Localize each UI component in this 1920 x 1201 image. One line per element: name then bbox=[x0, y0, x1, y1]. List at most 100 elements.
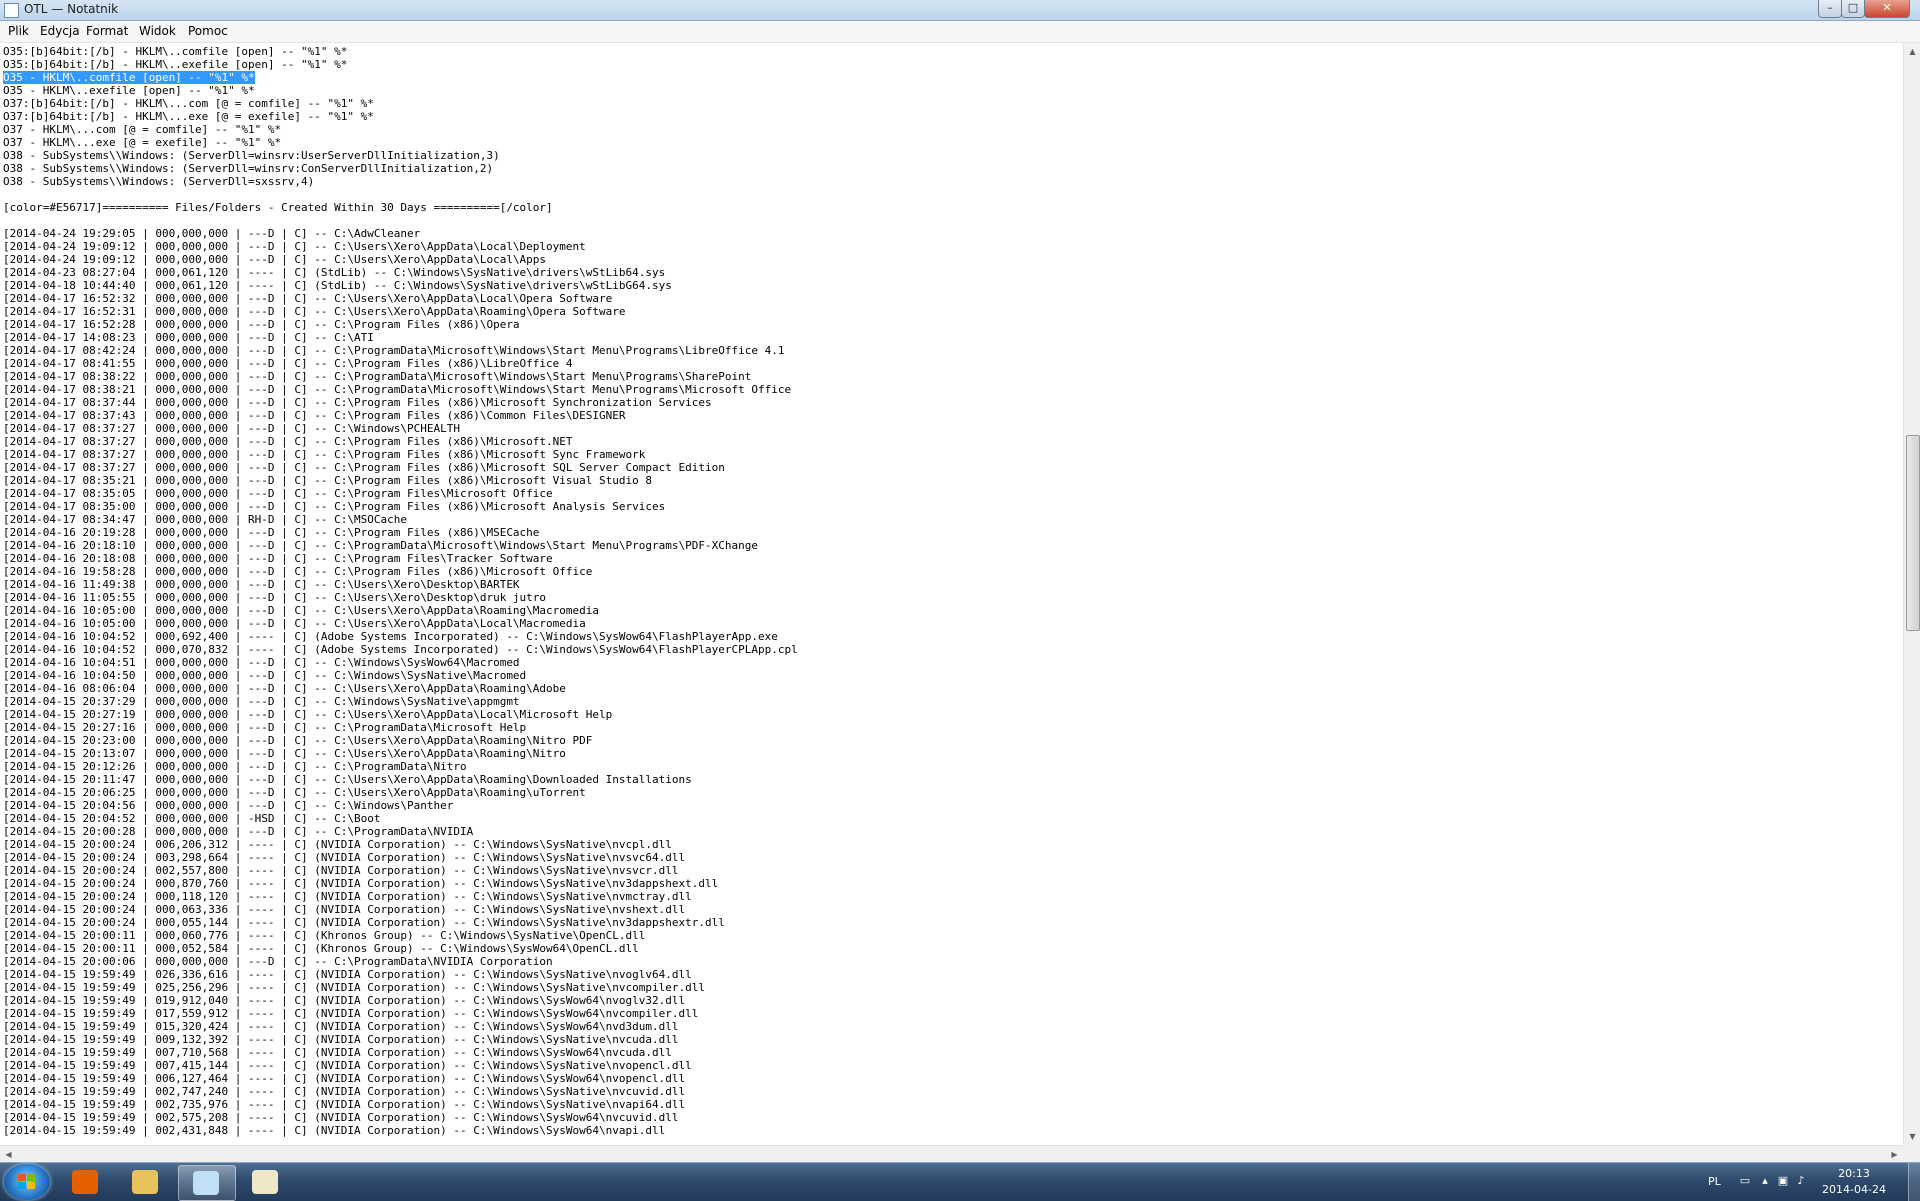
scroll-up-arrow-icon[interactable]: ▲ bbox=[1904, 43, 1920, 60]
text-line[interactable]: [2014-04-17 08:35:21 | 000,000,000 | ---… bbox=[3, 474, 1903, 487]
menu-file[interactable]: Plik bbox=[4, 23, 33, 39]
text-line[interactable]: [2014-04-16 10:04:52 | 000,070,832 | ---… bbox=[3, 643, 1903, 656]
text-line[interactable]: [2014-04-17 08:37:27 | 000,000,000 | ---… bbox=[3, 461, 1903, 474]
text-line[interactable]: [2014-04-15 19:59:49 | 017,559,912 | ---… bbox=[3, 1007, 1903, 1020]
text-line[interactable]: [2014-04-16 20:18:10 | 000,000,000 | ---… bbox=[3, 539, 1903, 552]
horizontal-scrollbar[interactable]: ◀ ▶ bbox=[0, 1145, 1903, 1163]
text-line[interactable]: [2014-04-15 20:00:06 | 000,000,000 | ---… bbox=[3, 955, 1903, 968]
text-line[interactable]: [2014-04-15 20:37:29 | 000,000,000 | ---… bbox=[3, 695, 1903, 708]
text-line[interactable]: [2014-04-15 19:59:49 | 009,132,392 | ---… bbox=[3, 1033, 1903, 1046]
text-line[interactable]: O38 - SubSystems\\Windows: (ServerDll=sx… bbox=[3, 175, 1903, 188]
text-line[interactable]: [2014-04-15 20:11:47 | 000,000,000 | ---… bbox=[3, 773, 1903, 786]
maximize-button[interactable]: □ bbox=[1841, 0, 1865, 18]
text-line[interactable]: [2014-04-16 19:58:28 | 000,000,000 | ---… bbox=[3, 565, 1903, 578]
minimize-button[interactable]: – bbox=[1818, 0, 1842, 18]
text-line[interactable]: [2014-04-15 20:00:11 | 000,052,584 | ---… bbox=[3, 942, 1903, 955]
scroll-right-arrow-icon[interactable]: ▶ bbox=[1886, 1146, 1903, 1163]
text-line[interactable]: [2014-04-17 08:42:24 | 000,000,000 | ---… bbox=[3, 344, 1903, 357]
text-line[interactable]: [2014-04-17 08:37:43 | 000,000,000 | ---… bbox=[3, 409, 1903, 422]
scroll-left-arrow-icon[interactable]: ◀ bbox=[0, 1146, 17, 1163]
text-line[interactable]: [2014-04-17 08:37:27 | 000,000,000 | ---… bbox=[3, 422, 1903, 435]
text-line[interactable]: [2014-04-17 16:52:31 | 000,000,000 | ---… bbox=[3, 305, 1903, 318]
text-line[interactable]: [2014-04-15 20:04:52 | 000,000,000 | -HS… bbox=[3, 812, 1903, 825]
text-line[interactable]: [color=#E56717]========== Files/Folders … bbox=[3, 201, 1903, 214]
text-line[interactable]: [2014-04-15 19:59:49 | 007,710,568 | ---… bbox=[3, 1046, 1903, 1059]
text-line[interactable]: [2014-04-18 10:44:40 | 000,061,120 | ---… bbox=[3, 279, 1903, 292]
vertical-scrollbar[interactable]: ▲ ▼ bbox=[1903, 43, 1920, 1145]
text-line[interactable]: [2014-04-17 08:37:27 | 000,000,000 | ---… bbox=[3, 448, 1903, 461]
menu-format[interactable]: Format bbox=[82, 23, 132, 39]
text-line[interactable]: [2014-04-17 08:35:00 | 000,000,000 | ---… bbox=[3, 500, 1903, 513]
text-line[interactable]: O38 - SubSystems\\Windows: (ServerDll=wi… bbox=[3, 162, 1903, 175]
clock-time[interactable]: 20:13 bbox=[1810, 1167, 1898, 1180]
text-line[interactable]: [2014-04-17 16:52:32 | 000,000,000 | ---… bbox=[3, 292, 1903, 305]
text-line[interactable]: [2014-04-17 08:35:05 | 000,000,000 | ---… bbox=[3, 487, 1903, 500]
text-line[interactable]: [2014-04-17 08:41:55 | 000,000,000 | ---… bbox=[3, 357, 1903, 370]
text-line[interactable]: [2014-04-15 20:00:24 | 000,055,144 | ---… bbox=[3, 916, 1903, 929]
text-line[interactable]: [2014-04-15 19:59:49 | 007,415,144 | ---… bbox=[3, 1059, 1903, 1072]
show-hidden-icons-icon[interactable]: ▴ bbox=[1758, 1174, 1772, 1188]
text-line[interactable]: [2014-04-15 20:04:56 | 000,000,000 | ---… bbox=[3, 799, 1903, 812]
text-line[interactable]: [2014-04-15 19:59:49 | 002,431,848 | ---… bbox=[3, 1124, 1903, 1137]
text-line[interactable]: [2014-04-15 20:00:28 | 000,000,000 | ---… bbox=[3, 825, 1903, 838]
text-line[interactable]: [2014-04-23 08:27:04 | 000,061,120 | ---… bbox=[3, 266, 1903, 279]
text-line[interactable]: [2014-04-15 19:59:49 | 002,735,976 | ---… bbox=[3, 1098, 1903, 1111]
text-line[interactable]: [2014-04-15 19:59:49 | 026,336,616 | ---… bbox=[3, 968, 1903, 981]
text-line[interactable]: [2014-04-15 20:00:24 | 000,063,336 | ---… bbox=[3, 903, 1903, 916]
menu-edit[interactable]: Edycja bbox=[36, 23, 84, 39]
menu-view[interactable]: Widok bbox=[135, 23, 180, 39]
text-content[interactable]: O35:[b]64bit:[/b] - HKLM\..comfile [open… bbox=[0, 43, 1903, 1137]
text-line[interactable]: [2014-04-16 10:04:52 | 000,692,400 | ---… bbox=[3, 630, 1903, 643]
scroll-down-arrow-icon[interactable]: ▼ bbox=[1904, 1128, 1920, 1145]
text-line[interactable]: O37:[b]64bit:[/b] - HKLM\...exe [@ = exe… bbox=[3, 110, 1903, 123]
text-line[interactable]: [2014-04-15 20:06:25 | 000,000,000 | ---… bbox=[3, 786, 1903, 799]
text-line[interactable]: [2014-04-16 11:49:38 | 000,000,000 | ---… bbox=[3, 578, 1903, 591]
window-titlebar[interactable]: OTL — Notatnik – □ ✕ bbox=[0, 0, 1920, 21]
text-line[interactable]: [2014-04-15 20:27:16 | 000,000,000 | ---… bbox=[3, 721, 1903, 734]
taskbar-button-notepad[interactable] bbox=[178, 1165, 236, 1201]
clock-date[interactable]: 2014-04-24 bbox=[1810, 1183, 1898, 1196]
text-line[interactable]: [2014-04-15 20:23:00 | 000,000,000 | ---… bbox=[3, 734, 1903, 747]
show-desktop-button[interactable] bbox=[1908, 1163, 1920, 1201]
text-line[interactable]: [2014-04-17 14:08:23 | 000,000,000 | ---… bbox=[3, 331, 1903, 344]
text-line[interactable]: [2014-04-16 20:19:28 | 000,000,000 | ---… bbox=[3, 526, 1903, 539]
tray-keyboard-icon[interactable]: ▭ bbox=[1738, 1174, 1752, 1188]
text-editor-area[interactable]: O35:[b]64bit:[/b] - HKLM\..comfile [open… bbox=[0, 43, 1903, 1145]
text-line[interactable]: [2014-04-24 19:29:05 | 000,000,000 | ---… bbox=[3, 227, 1903, 240]
text-line[interactable]: O38 - SubSystems\\Windows: (ServerDll=wi… bbox=[3, 149, 1903, 162]
network-icon[interactable]: ▣ bbox=[1776, 1174, 1790, 1188]
start-button[interactable] bbox=[4, 1164, 50, 1200]
text-line[interactable] bbox=[3, 214, 1903, 227]
text-line[interactable]: [2014-04-17 08:37:27 | 000,000,000 | ---… bbox=[3, 435, 1903, 448]
taskbar-button-firefox[interactable] bbox=[58, 1165, 114, 1199]
text-line[interactable]: [2014-04-16 20:18:08 | 000,000,000 | ---… bbox=[3, 552, 1903, 565]
text-line[interactable]: [2014-04-15 20:00:24 | 000,118,120 | ---… bbox=[3, 890, 1903, 903]
text-line[interactable]: [2014-04-17 08:38:21 | 000,000,000 | ---… bbox=[3, 383, 1903, 396]
taskbar-button-folder[interactable] bbox=[118, 1165, 174, 1199]
text-line[interactable]: O35 - HKLM\..comfile [open] -- "%1" %* bbox=[3, 71, 1903, 84]
text-line[interactable]: [2014-04-16 10:05:00 | 000,000,000 | ---… bbox=[3, 617, 1903, 630]
volume-icon[interactable]: ♪ bbox=[1794, 1174, 1808, 1188]
text-line[interactable]: [2014-04-15 20:00:11 | 000,060,776 | ---… bbox=[3, 929, 1903, 942]
text-line[interactable]: [2014-04-24 19:09:12 | 000,000,000 | ---… bbox=[3, 240, 1903, 253]
close-button[interactable]: ✕ bbox=[1864, 0, 1910, 18]
text-line[interactable]: [2014-04-16 10:04:51 | 000,000,000 | ---… bbox=[3, 656, 1903, 669]
text-line[interactable]: [2014-04-24 19:09:12 | 000,000,000 | ---… bbox=[3, 253, 1903, 266]
vertical-scroll-thumb[interactable] bbox=[1906, 435, 1920, 631]
text-line[interactable]: [2014-04-16 08:06:04 | 000,000,000 | ---… bbox=[3, 682, 1903, 695]
text-line[interactable]: O35:[b]64bit:[/b] - HKLM\..exefile [open… bbox=[3, 58, 1903, 71]
text-line[interactable]: O37 - HKLM\...com [@ = comfile] -- "%1" … bbox=[3, 123, 1903, 136]
text-line[interactable]: [2014-04-17 08:34:47 | 000,000,000 | RH-… bbox=[3, 513, 1903, 526]
text-line[interactable]: [2014-04-15 19:59:49 | 019,912,040 | ---… bbox=[3, 994, 1903, 1007]
text-line[interactable]: [2014-04-15 20:27:19 | 000,000,000 | ---… bbox=[3, 708, 1903, 721]
text-line[interactable]: [2014-04-15 20:00:24 | 002,557,800 | ---… bbox=[3, 864, 1903, 877]
text-line[interactable]: O37:[b]64bit:[/b] - HKLM\...com [@ = com… bbox=[3, 97, 1903, 110]
text-line[interactable]: [2014-04-15 20:00:24 | 003,298,664 | ---… bbox=[3, 851, 1903, 864]
text-line[interactable]: [2014-04-15 19:59:49 | 025,256,296 | ---… bbox=[3, 981, 1903, 994]
text-line[interactable]: [2014-04-15 19:59:49 | 002,747,240 | ---… bbox=[3, 1085, 1903, 1098]
text-line[interactable]: [2014-04-17 08:37:44 | 000,000,000 | ---… bbox=[3, 396, 1903, 409]
text-line[interactable]: O35 - HKLM\..exefile [open] -- "%1" %* bbox=[3, 84, 1903, 97]
text-line[interactable]: [2014-04-15 19:59:49 | 015,320,424 | ---… bbox=[3, 1020, 1903, 1033]
text-line[interactable]: [2014-04-17 08:38:22 | 000,000,000 | ---… bbox=[3, 370, 1903, 383]
text-line[interactable]: O35:[b]64bit:[/b] - HKLM\..comfile [open… bbox=[3, 45, 1903, 58]
